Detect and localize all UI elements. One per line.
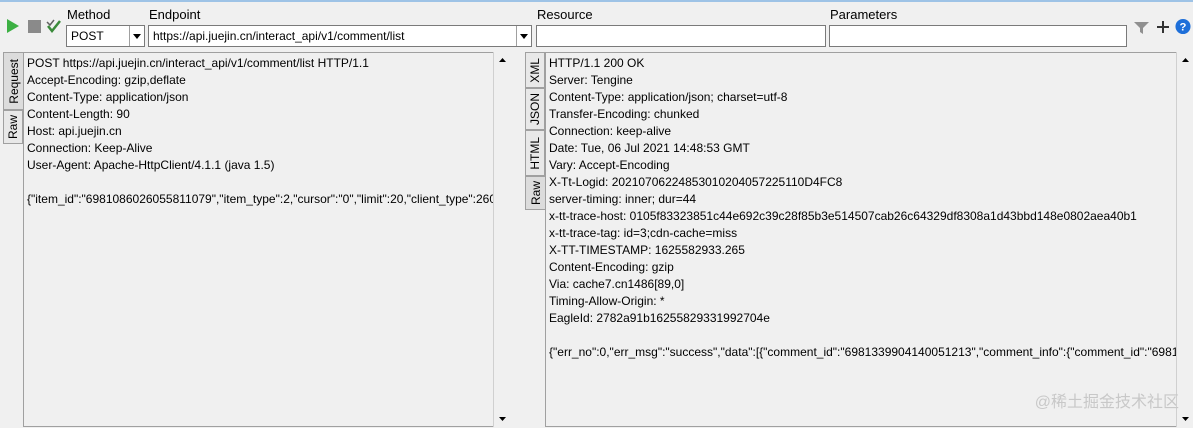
tab-html[interactable]: HTML [525,130,545,176]
resource-label: Resource [537,7,593,22]
scroll-down-icon[interactable] [494,411,510,427]
request-scrollbar[interactable] [493,52,510,427]
parameters-label: Parameters [830,7,898,22]
response-viewer[interactable]: HTTP/1.1 200 OK Server: Tengine Content-… [545,52,1177,427]
check-icon[interactable] [46,17,62,35]
tab-request-raw[interactable]: Raw [3,110,23,144]
request-text: POST https://api.juejin.cn/interact_api/… [27,56,507,206]
endpoint-combobox[interactable]: https://api.juejin.cn/interact_api/v1/co… [148,25,532,47]
scroll-up-icon[interactable] [494,52,510,68]
toolbar: Method POST Endpoint https://api.juejin.… [0,0,1193,50]
watermark: @稀土掘金技术社区 [1034,394,1179,411]
method-value: POST [71,29,104,43]
scroll-up-icon[interactable] [1177,52,1193,68]
scroll-down-icon[interactable] [1177,411,1193,427]
method-select[interactable]: POST [66,25,145,47]
resource-input[interactable] [536,25,826,47]
endpoint-value: https://api.juejin.cn/interact_api/v1/co… [153,29,405,43]
tab-xml[interactable]: XML [525,52,545,88]
chevron-down-icon[interactable] [516,26,531,46]
tab-response-raw[interactable]: Raw [525,176,545,210]
response-text: HTTP/1.1 200 OK Server: Tengine Content-… [549,56,1177,359]
pane-splitter[interactable] [511,52,519,427]
svg-text:?: ? [1180,21,1187,33]
stop-icon[interactable] [26,17,42,35]
request-editor[interactable]: POST https://api.juejin.cn/interact_api/… [23,52,510,427]
method-label: Method [67,7,111,22]
add-icon[interactable] [1155,18,1171,36]
response-scrollbar[interactable] [1176,52,1193,427]
chevron-down-icon[interactable] [129,26,144,46]
endpoint-label: Endpoint [149,7,201,22]
tab-request[interactable]: Request [3,52,23,110]
help-icon[interactable]: ? [1175,17,1191,35]
parameters-input[interactable] [829,25,1127,47]
clear-icon[interactable] [1133,19,1149,37]
tab-json[interactable]: JSON [525,88,545,130]
play-icon[interactable] [5,17,21,35]
